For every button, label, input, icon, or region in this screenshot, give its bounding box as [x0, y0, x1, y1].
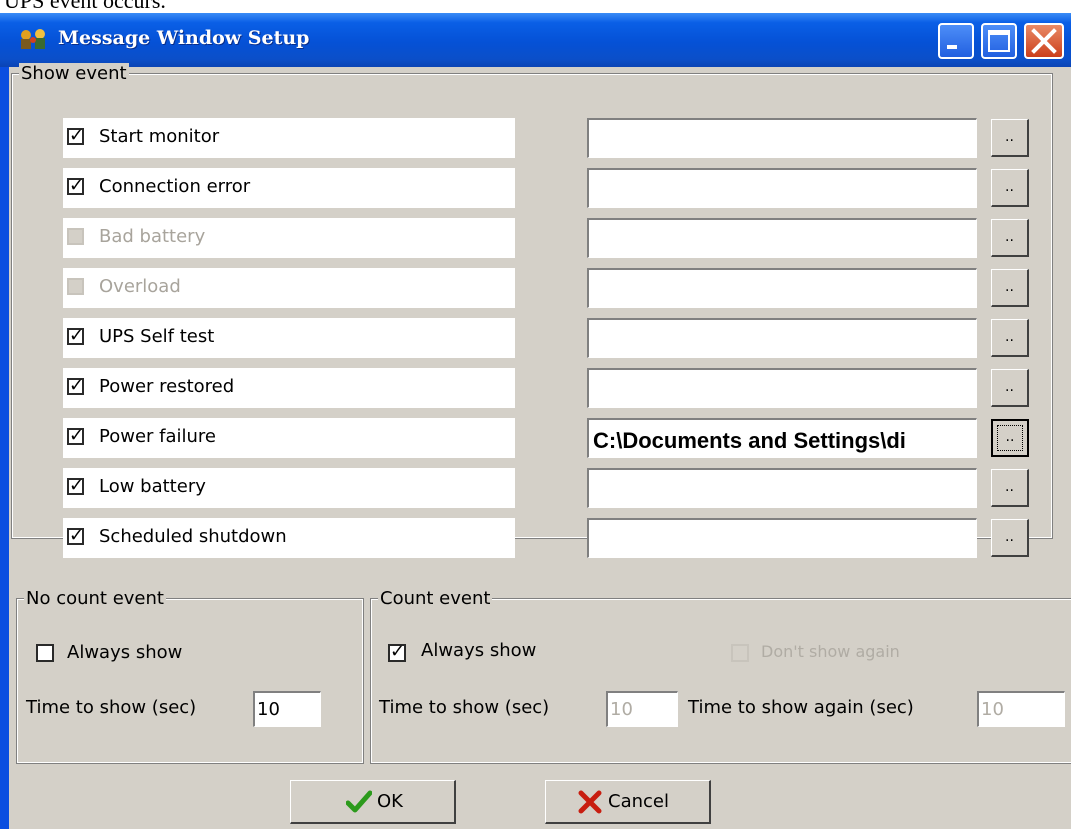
- count-event-group: Count event: [370, 588, 1071, 764]
- event-path-input[interactable]: [587, 518, 977, 558]
- app-icon: [21, 29, 45, 49]
- event-row[interactable]: ✓ Low battery: [63, 468, 515, 508]
- event-path-input[interactable]: C:\Documents and Settings\di: [587, 418, 977, 458]
- event-row[interactable]: ✓ Power failure: [63, 418, 515, 458]
- browse-label: ..: [1005, 479, 1014, 495]
- count-always-show-checkbox[interactable]: ✓: [388, 641, 406, 662]
- check-icon: ✓: [69, 125, 85, 146]
- browse-label: ..: [1005, 529, 1014, 545]
- event-label: Low battery: [99, 476, 206, 497]
- event-checkbox[interactable]: ✓: [67, 325, 85, 346]
- browse-label: ..: [1005, 129, 1014, 145]
- event-label: Overload: [99, 276, 181, 297]
- event-checkbox[interactable]: ✓: [67, 475, 85, 496]
- check-icon: ✓: [69, 175, 85, 196]
- title-bar[interactable]: Message Window Setup: [0, 13, 1071, 67]
- browse-label: ..: [1005, 179, 1014, 195]
- event-label: Bad battery: [99, 226, 206, 247]
- cancel-label: Cancel: [608, 791, 669, 812]
- event-label: Connection error: [99, 176, 251, 197]
- checkmark-icon: [346, 790, 372, 813]
- event-row[interactable]: ✓ Connection error: [63, 168, 515, 208]
- event-checkbox[interactable]: ✓: [67, 125, 85, 146]
- event-checkbox[interactable]: ✓: [67, 175, 85, 196]
- minimize-icon: [947, 45, 957, 49]
- event-checkbox[interactable]: ✓: [67, 375, 85, 396]
- no-count-always-show-label: Always show: [67, 642, 183, 663]
- browse-label: ..: [1005, 329, 1014, 345]
- check-icon: ✓: [69, 425, 85, 446]
- dont-show-again-label: Don't show again: [761, 642, 900, 661]
- event-label: Power restored: [99, 376, 235, 397]
- minimize-button[interactable]: [938, 23, 974, 59]
- browse-label: ..: [1005, 279, 1014, 295]
- count-time-input[interactable]: 10: [606, 691, 678, 727]
- browse-button[interactable]: ..: [991, 469, 1029, 507]
- check-icon: ✓: [69, 525, 85, 546]
- event-row[interactable]: Overload: [63, 268, 515, 308]
- event-label: Power failure: [99, 426, 216, 447]
- event-path-input[interactable]: [587, 368, 977, 408]
- no-count-time-input[interactable]: 10: [253, 691, 321, 727]
- count-event-title: Count event: [378, 588, 493, 609]
- count-time-label: Time to show (sec): [379, 697, 550, 718]
- browse-label: ..: [1005, 379, 1014, 395]
- check-icon: ✓: [69, 325, 85, 346]
- browse-button[interactable]: ..: [991, 319, 1029, 357]
- no-count-event-title: No count event: [24, 588, 166, 609]
- cancel-button[interactable]: Cancel: [545, 780, 711, 824]
- browse-button[interactable]: ..: [991, 169, 1029, 207]
- count-again-input[interactable]: 10: [977, 691, 1065, 727]
- maximize-button[interactable]: [981, 23, 1017, 59]
- browse-button[interactable]: ..: [991, 419, 1029, 457]
- ok-button[interactable]: OK: [290, 780, 456, 824]
- browse-button[interactable]: ..: [991, 269, 1029, 307]
- event-path-input[interactable]: [587, 468, 977, 508]
- event-checkbox[interactable]: [67, 228, 84, 245]
- browse-button[interactable]: ..: [991, 219, 1029, 257]
- message-window-setup-dialog: Message Window Setup Show event ✓ Start m…: [0, 13, 1071, 829]
- maximize-icon: [988, 30, 1010, 52]
- show-event-title: Show event: [19, 63, 129, 84]
- event-path-input[interactable]: [587, 168, 977, 208]
- event-checkbox[interactable]: ✓: [67, 425, 85, 446]
- event-label: Scheduled shutdown: [99, 526, 287, 547]
- dialog-client-area: Show event ✓ Start monitor.. ✓ Connection e…: [9, 63, 1071, 829]
- cutoff-doc-text: UPS event occurs.: [4, 0, 166, 13]
- event-row[interactable]: ✓ UPS Self test: [63, 318, 515, 358]
- event-path-input[interactable]: [587, 118, 977, 158]
- dont-show-again-checkbox[interactable]: [731, 644, 749, 662]
- no-count-time-label: Time to show (sec): [26, 697, 197, 718]
- event-checkbox[interactable]: [67, 278, 84, 295]
- event-row[interactable]: ✓ Start monitor: [63, 118, 515, 158]
- count-always-show-label: Always show: [421, 640, 537, 661]
- event-row[interactable]: ✓ Scheduled shutdown: [63, 518, 515, 558]
- close-button[interactable]: [1024, 23, 1064, 59]
- event-path-input[interactable]: [587, 268, 977, 308]
- no-count-always-show-checkbox[interactable]: [36, 644, 54, 662]
- event-path-input[interactable]: [587, 218, 977, 258]
- event-label: UPS Self test: [99, 326, 215, 347]
- browse-label: ..: [997, 425, 1023, 451]
- close-icon: [1031, 28, 1057, 54]
- no-count-event-group: No count event: [16, 588, 364, 764]
- ok-label: OK: [377, 791, 403, 812]
- count-again-label: Time to show again (sec): [688, 697, 914, 718]
- check-icon: ✓: [390, 641, 406, 662]
- event-row[interactable]: ✓ Power restored: [63, 368, 515, 408]
- window-title: Message Window Setup: [58, 27, 310, 49]
- cancel-x-icon: [578, 790, 602, 814]
- browse-button[interactable]: ..: [991, 119, 1029, 157]
- browse-button[interactable]: ..: [991, 369, 1029, 407]
- check-icon: ✓: [69, 375, 85, 396]
- browse-label: ..: [1005, 229, 1014, 245]
- check-icon: ✓: [69, 475, 85, 496]
- event-row[interactable]: Bad battery: [63, 218, 515, 258]
- event-path-input[interactable]: [587, 318, 977, 358]
- browse-button[interactable]: ..: [991, 519, 1029, 557]
- event-checkbox[interactable]: ✓: [67, 525, 85, 546]
- event-label: Start monitor: [99, 126, 220, 147]
